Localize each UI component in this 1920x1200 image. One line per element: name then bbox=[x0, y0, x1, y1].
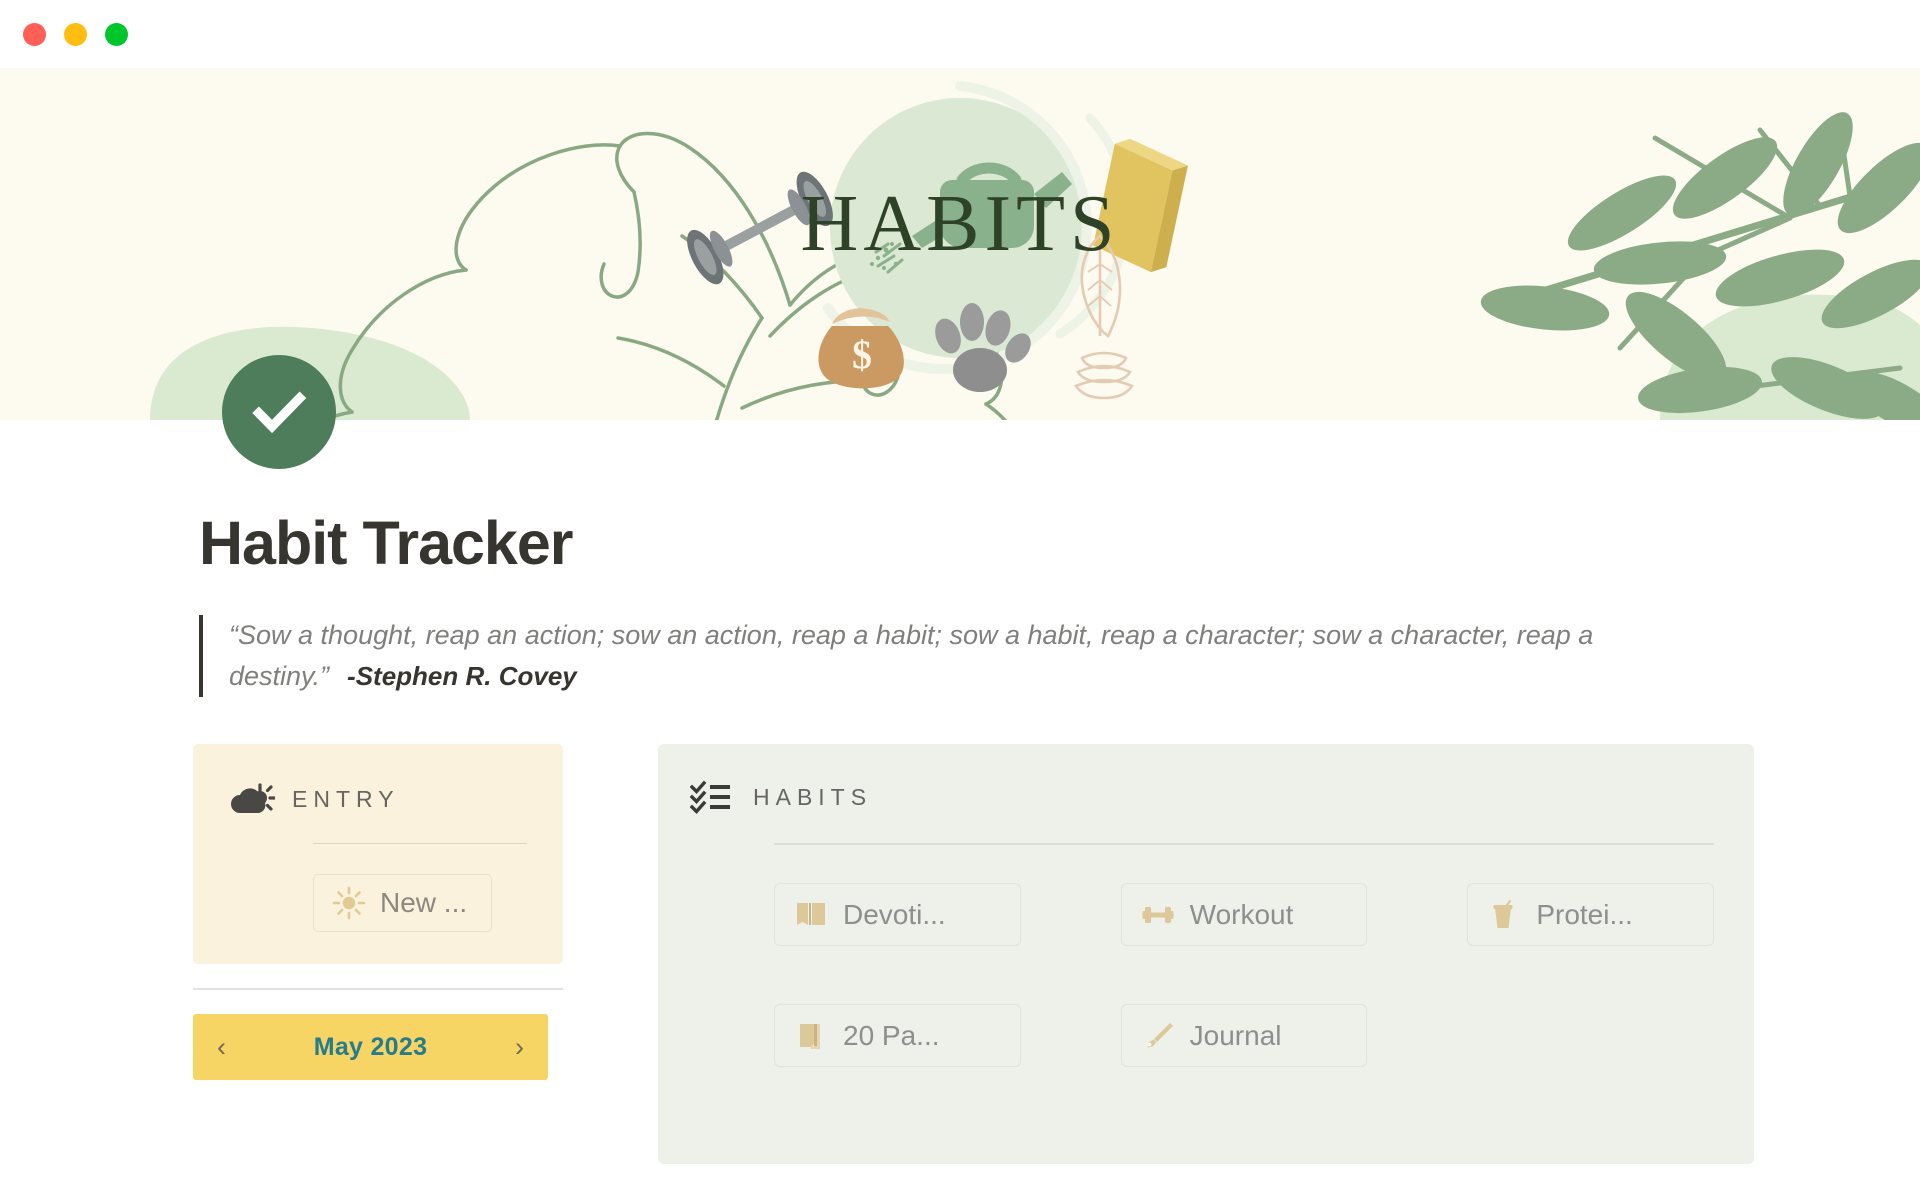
habit-label: Devoti... bbox=[843, 898, 946, 930]
entry-card-header: ENTRY bbox=[229, 780, 527, 818]
page-title: Habit Tracker bbox=[199, 509, 574, 577]
habit-chip-grid: Devoti... Workout Protei... 20 Pa... Jou… bbox=[774, 883, 1714, 1068]
habit-chip-pages[interactable]: 20 Pa... bbox=[774, 1004, 1021, 1068]
habit-chip-devotion[interactable]: Devoti... bbox=[774, 883, 1021, 947]
protein-shake-icon bbox=[1488, 899, 1520, 930]
habit-chip-workout[interactable]: Workout bbox=[1120, 883, 1368, 947]
dumbbell-icon bbox=[1142, 900, 1174, 930]
entry-card: ENTRY New ... bbox=[193, 744, 563, 965]
habit-label: 20 Pa... bbox=[843, 1019, 940, 1051]
content-columns: ENTRY New ... ‹ May 2023 › HABITS Devoti… bbox=[193, 744, 1920, 1165]
maximize-window-button[interactable] bbox=[105, 23, 128, 46]
open-book-icon bbox=[795, 900, 827, 930]
chevron-right-icon[interactable]: › bbox=[515, 1033, 524, 1061]
habit-label: Workout bbox=[1189, 898, 1294, 930]
entry-card-title: ENTRY bbox=[292, 785, 400, 812]
chevron-left-icon[interactable]: ‹ bbox=[217, 1033, 226, 1061]
quote-block: “Sow a thought, reap an action; sow an a… bbox=[199, 615, 1709, 698]
left-column-divider bbox=[193, 988, 563, 991]
olive-branch-icon bbox=[1480, 112, 1920, 420]
quote-author: -Stephen R. Covey bbox=[347, 661, 577, 692]
app-window: $ HABITS Habit Tracker “Sow a thought, r… bbox=[0, 0, 1920, 1200]
checklist-icon bbox=[690, 778, 736, 816]
paint-brush-icon bbox=[1142, 1021, 1174, 1051]
entry-column: ENTRY New ... ‹ May 2023 › bbox=[193, 744, 563, 1081]
month-navigator: ‹ May 2023 › bbox=[193, 1014, 548, 1081]
traffic-light-controls bbox=[23, 23, 128, 46]
svg-text:$: $ bbox=[852, 332, 872, 377]
habit-label: Journal bbox=[1189, 1019, 1282, 1051]
window-titlebar bbox=[0, 0, 1920, 68]
check-mark-icon bbox=[252, 391, 307, 434]
habit-chip-journal[interactable]: Journal bbox=[1120, 1004, 1368, 1068]
habits-panel-title: HABITS bbox=[753, 783, 873, 810]
habits-panel: HABITS Devoti... Workout Protei... 20 Pa… bbox=[658, 744, 1754, 1165]
sun-icon bbox=[332, 886, 366, 920]
habits-divider bbox=[774, 843, 1714, 846]
partly-cloudy-icon bbox=[229, 780, 275, 818]
current-month-label: May 2023 bbox=[313, 1032, 428, 1061]
habit-chip-protein[interactable]: Protei... bbox=[1467, 883, 1714, 947]
new-entry-label: New ... bbox=[380, 887, 468, 919]
pages-icon bbox=[795, 1021, 827, 1051]
habits-panel-header: HABITS bbox=[690, 778, 1714, 816]
entry-divider bbox=[313, 843, 527, 845]
new-entry-button[interactable]: New ... bbox=[313, 874, 493, 933]
cover-title-text: HABITS bbox=[801, 180, 1120, 268]
minimize-window-button[interactable] bbox=[64, 23, 87, 46]
close-window-button[interactable] bbox=[23, 23, 46, 46]
check-circle-icon[interactable] bbox=[222, 355, 336, 469]
habit-label: Protei... bbox=[1536, 898, 1633, 930]
page-content: Habit Tracker “Sow a thought, reap an ac… bbox=[0, 470, 1920, 1165]
